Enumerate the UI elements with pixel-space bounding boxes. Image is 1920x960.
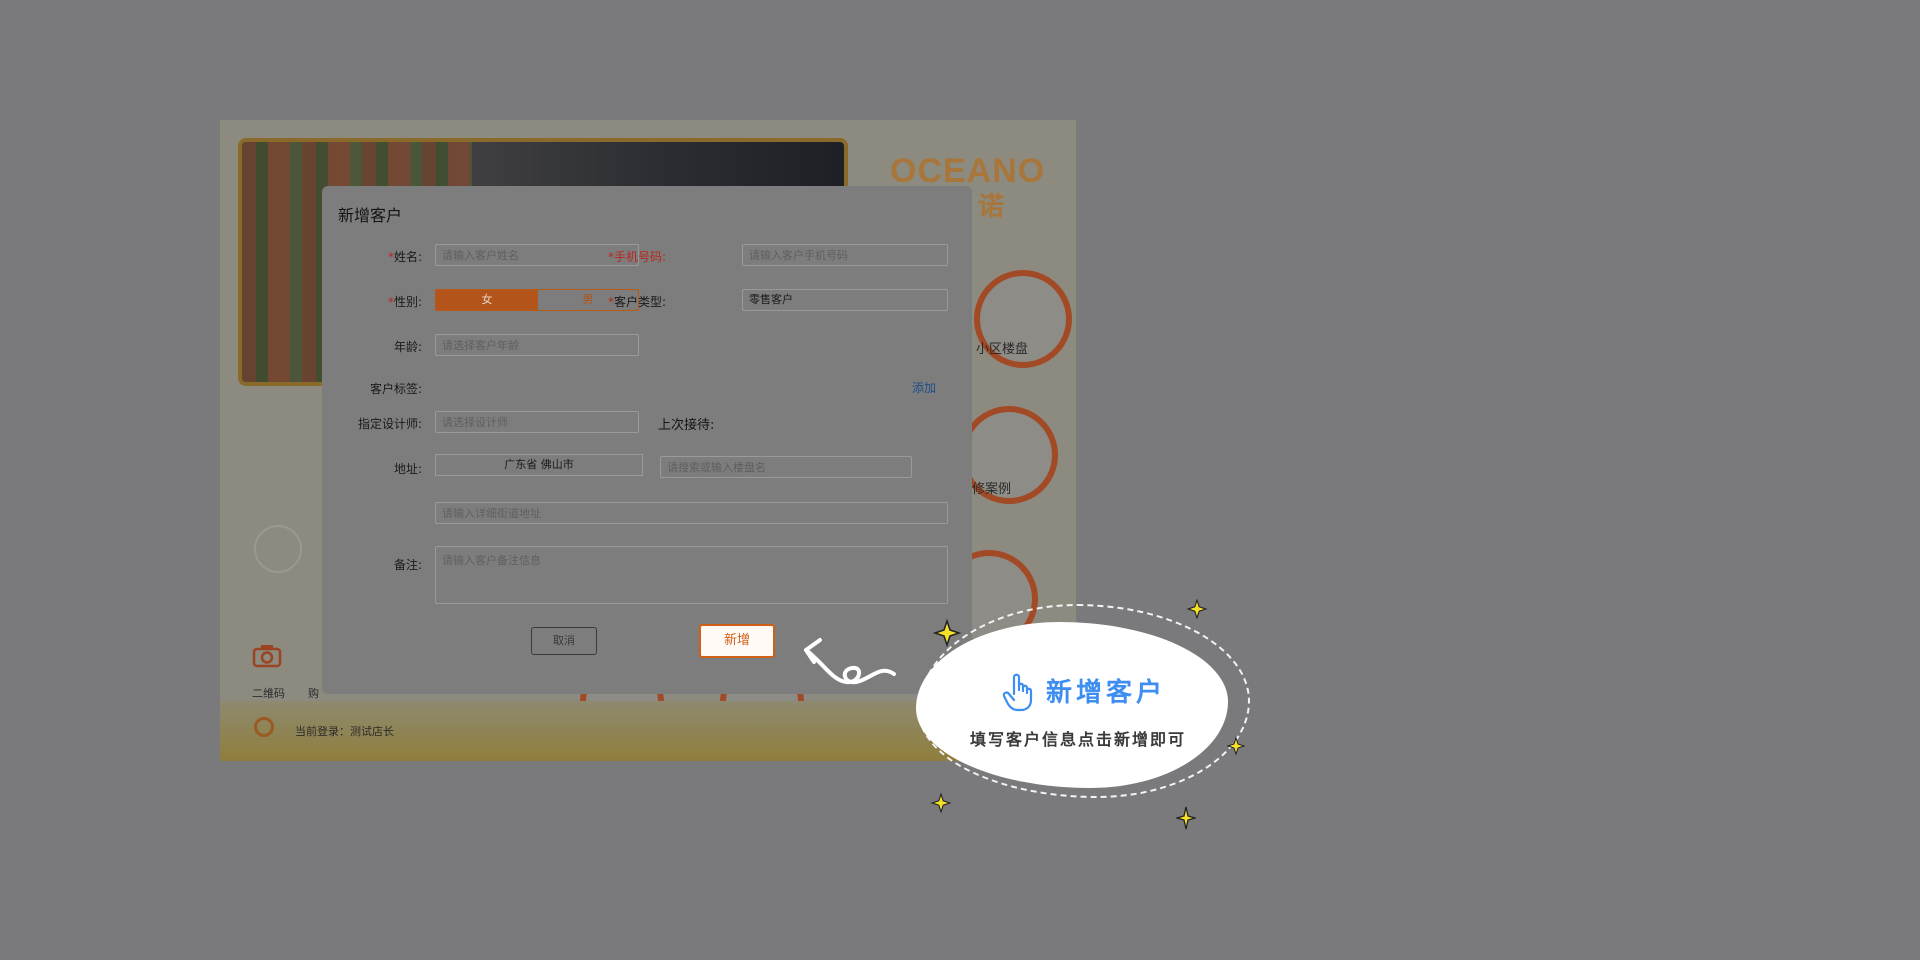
tile-community-label: 小区楼盘 xyxy=(976,342,1029,357)
building-search-input[interactable] xyxy=(660,456,912,478)
pointer-arrow-icon xyxy=(804,638,896,685)
sparkle-icon xyxy=(1226,736,1246,756)
tile-cases-label: 修案例 xyxy=(972,482,1012,497)
sparkle-icon xyxy=(932,618,962,648)
qrcode-icon[interactable] xyxy=(252,644,282,672)
phone-label: *手机号码: xyxy=(607,250,666,264)
cart-label: 购 xyxy=(308,687,319,700)
designer-label: 指定设计师: xyxy=(357,417,422,431)
note-label: 备注: xyxy=(393,558,422,572)
address-label: 地址: xyxy=(393,462,422,476)
customer-type-label: *客户类型: xyxy=(607,295,666,309)
gender-label: *性别: xyxy=(387,295,422,309)
sparkle-icon xyxy=(1186,598,1208,620)
sparkle-icon xyxy=(930,792,952,814)
last-reception-label: 上次接待: xyxy=(658,418,715,433)
name-label: *姓名: xyxy=(387,250,422,264)
age-label: 年龄: xyxy=(393,340,422,354)
age-select[interactable] xyxy=(435,334,639,356)
tags-label: 客户标签: xyxy=(369,382,422,396)
phone-input[interactable] xyxy=(742,244,948,266)
region-select[interactable]: 广东省 佛山市 xyxy=(435,454,643,476)
gear-icon[interactable] xyxy=(254,717,274,737)
add-tag-link[interactable]: 添加 xyxy=(912,379,936,396)
add-customer-dialog: 新增客户 *姓名: *手机号码: *性别: 女 男 *客户类型: 零售客户 年龄… xyxy=(322,186,972,694)
submit-add-button[interactable]: 新增 xyxy=(699,624,775,658)
brand-logo-cn: 诺 xyxy=(978,192,1005,222)
tutorial-title: 新增客户 xyxy=(1046,678,1167,708)
dialog-title: 新增客户 xyxy=(338,206,403,225)
cancel-button[interactable]: 取消 xyxy=(531,627,597,655)
designer-select[interactable] xyxy=(435,411,639,433)
tutorial-text: 填写客户信息点击新增即可 xyxy=(970,730,1187,749)
street-address-input[interactable] xyxy=(435,502,948,524)
qrcode-label: 二维码 xyxy=(252,687,285,700)
note-textarea[interactable] xyxy=(435,546,948,604)
edit-icon[interactable] xyxy=(254,525,302,573)
gender-female-option[interactable]: 女 xyxy=(436,290,538,310)
sparkle-icon xyxy=(1176,806,1196,830)
pointer-hand-icon xyxy=(1002,673,1033,712)
customer-type-select[interactable]: 零售客户 xyxy=(742,289,948,311)
login-status: 当前登录：测试店长 xyxy=(295,725,394,738)
